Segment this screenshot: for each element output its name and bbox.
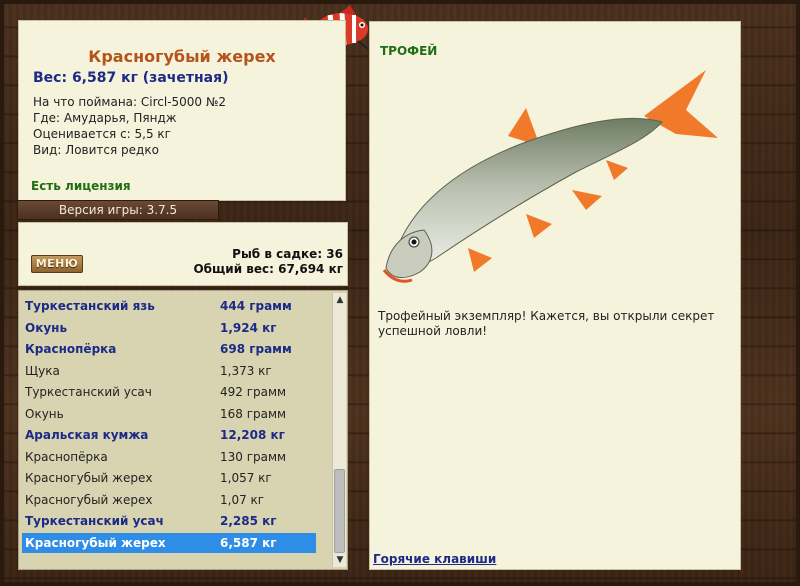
catch-fish-weight: 2,285 кг: [220, 514, 277, 528]
catch-list-scrollbar[interactable]: ▲ ▼: [332, 293, 346, 567]
fish-weight: Вес: 6,587 кг (зачетная): [33, 70, 229, 86]
fish-location: Где: Амударья, Пяндж: [33, 111, 177, 125]
catch-fish-name: Красногубый жерех: [25, 471, 153, 485]
catch-list-row[interactable]: Окунь 1,924 кг: [22, 318, 316, 338]
catch-fish-name: Туркестанский усач: [25, 385, 152, 399]
catch-fish-name: Краснопёрка: [25, 342, 117, 356]
catch-list-row[interactable]: Красногубый жерех 1,057 кг: [22, 468, 316, 488]
catch-list-row[interactable]: Туркестанский усач 492 грамм: [22, 382, 316, 402]
trophy-label: ТРОФЕЙ: [380, 44, 438, 58]
catch-fish-weight: 698 грамм: [220, 342, 292, 356]
catch-fish-weight: 168 грамм: [220, 406, 287, 421]
catch-fish-name: Щука: [25, 363, 60, 378]
catch-list-row[interactable]: Краснопёрка 698 грамм: [22, 339, 316, 359]
trophy-message: Трофейный экземпляр! Кажется, вы открыли…: [378, 309, 715, 338]
catch-list-row[interactable]: Окунь 168 грамм: [22, 404, 316, 424]
catch-fish-weight: 1,07 кг: [220, 492, 265, 507]
catch-fish-weight: 12,208 кг: [220, 428, 285, 442]
catch-fish-name: Красногубый жерех: [25, 535, 166, 550]
keepnet-total-weight: Общий вес: 67,694 кг: [193, 262, 343, 276]
menu-button[interactable]: МЕНЮ: [31, 255, 83, 273]
catch-fish-weight: 6,587 кг: [220, 535, 277, 550]
catch-fish-name: Красногубый жерех: [25, 492, 153, 507]
catch-fish-weight: 1,057 кг: [220, 471, 272, 485]
catch-list-row[interactable]: Красногубый жерех 6,587 кг: [22, 532, 316, 553]
scroll-thumb[interactable]: [334, 469, 345, 553]
catch-fish-name: Аральская кумжа: [25, 428, 149, 442]
fish-title: Красногубый жерех: [88, 47, 276, 66]
catch-fish-weight: 1,373 кг: [220, 363, 272, 378]
catch-list-row[interactable]: Красногубый жерех 1,07 кг: [22, 490, 316, 510]
catch-list-row[interactable]: Краснопёрка 130 грамм: [22, 447, 316, 467]
fish-valued-from: Оценивается с: 5,5 кг: [33, 127, 171, 141]
catch-fish-name: Окунь: [25, 406, 64, 421]
fish-rarity: Вид: Ловится редко: [33, 143, 159, 157]
scroll-down-arrow-icon[interactable]: ▼: [333, 553, 347, 567]
catch-fish-weight: 444 грамм: [220, 299, 292, 313]
keepnet-count: Рыб в садке: 36: [232, 247, 343, 261]
trophy-panel: ТРОФЕЙ Трофейный экземпляр! Кажется, вы …: [369, 21, 741, 570]
catch-list-row[interactable]: Туркестанский язь 444 грамм: [22, 296, 316, 316]
fish-info-panel: Красногубый жерех Вес: 6,587 кг (зачетна…: [18, 20, 346, 201]
catch-list-row[interactable]: Щука 1,373 кг: [22, 361, 316, 381]
catch-fish-name: Окунь: [25, 320, 68, 335]
catch-fish-weight: 1,924 кг: [220, 320, 277, 335]
catch-list-row[interactable]: Аральская кумжа 12,208 кг: [22, 425, 316, 445]
catch-fish-name: Краснопёрка: [25, 449, 108, 464]
catch-fish-name: Туркестанский усач: [25, 514, 164, 528]
asp-fish-image: [382, 70, 718, 283]
fish-bait: На что поймана: Circl-5000 №2: [33, 95, 226, 109]
catch-fish-name: Туркестанский язь: [25, 299, 155, 313]
catch-fish-weight: 492 грамм: [220, 385, 287, 399]
catch-list[interactable]: Туркестанский язь 444 грамм Окунь 1,924 кг К…: [18, 290, 348, 570]
keepnet-panel: МЕНЮ Рыб в садке: 36 Общий вес: 67,694 к…: [18, 222, 348, 286]
catch-list-row[interactable]: Туркестанский усач 2,285 кг: [22, 511, 316, 531]
scroll-up-arrow-icon[interactable]: ▲: [333, 293, 347, 307]
catch-fish-weight: 130 грамм: [220, 449, 287, 464]
license-status: Есть лицензия: [31, 179, 131, 193]
hotkeys-link[interactable]: Горячие клавиши: [373, 552, 496, 566]
game-version: Версия игры: 3.7.5: [17, 200, 219, 220]
